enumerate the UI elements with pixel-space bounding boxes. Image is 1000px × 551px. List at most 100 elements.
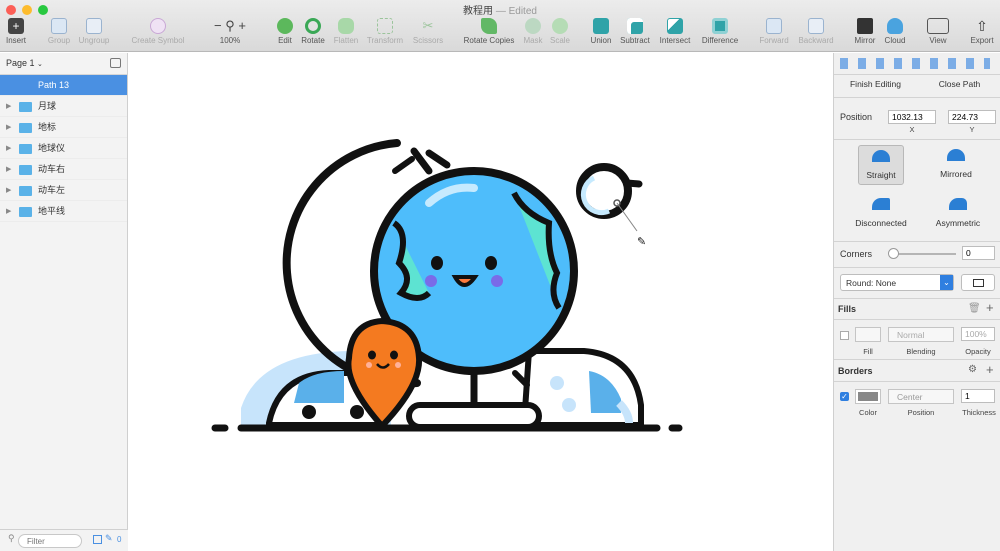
disclosure-triangle-icon[interactable]: ▶ xyxy=(6,96,11,117)
zoom-out-button[interactable]: − xyxy=(214,18,222,33)
subtract-icon xyxy=(627,18,643,34)
fill-blending-select[interactable]: Normal xyxy=(888,327,954,342)
divider xyxy=(834,97,1000,98)
fill-color-swatch[interactable] xyxy=(855,327,881,342)
view-icon xyxy=(927,18,949,34)
rotate-icon xyxy=(305,18,321,34)
disclosure-triangle-icon[interactable]: ▶ xyxy=(6,201,11,222)
view-button[interactable]: View xyxy=(922,18,954,50)
disclosure-triangle-icon[interactable]: ▶ xyxy=(6,117,11,138)
backward-icon xyxy=(808,18,824,34)
rotate-copies-button[interactable]: Rotate Copies xyxy=(461,18,517,50)
mask-button[interactable]: Mask xyxy=(521,18,545,50)
align-icons[interactable] xyxy=(840,58,990,69)
scale-button[interactable]: Scale xyxy=(547,18,573,50)
page-panel-toggle-icon[interactable] xyxy=(110,58,121,68)
finish-editing-button[interactable]: Finish Editing xyxy=(834,79,917,89)
zoom-control: − ⚲ + 100% xyxy=(205,18,255,50)
transform-button[interactable]: Transform xyxy=(363,18,407,50)
pencil-icon[interactable]: ✎ xyxy=(105,533,113,544)
layer-item-horizon[interactable]: ▶ 地平线 xyxy=(0,201,127,222)
forward-button[interactable]: Forward xyxy=(757,18,791,50)
insert-button[interactable]: + Insert xyxy=(2,18,30,50)
fill-checkbox[interactable] xyxy=(840,331,849,340)
gear-icon[interactable]: ⚙ xyxy=(968,364,977,375)
mirror-label: Mirror xyxy=(854,36,876,45)
subtract-button[interactable]: Subtract xyxy=(617,18,653,50)
close-path-button[interactable]: Close Path xyxy=(918,79,1000,89)
union-button[interactable]: Union xyxy=(587,18,615,50)
symbol-filter-icon[interactable] xyxy=(93,535,102,544)
scale-label: Scale xyxy=(549,36,570,45)
cloud-button[interactable]: Cloud xyxy=(881,18,909,50)
ungroup-icon xyxy=(86,18,102,34)
layer-item-moon[interactable]: ▶ 月球 xyxy=(0,96,127,117)
disconnected-label: Disconnected xyxy=(855,218,907,228)
border-checkbox[interactable]: ✓ xyxy=(840,392,849,401)
disclosure-triangle-icon[interactable]: ▶ xyxy=(6,138,11,159)
search-icon: ⚲ xyxy=(8,533,15,543)
point-type-asymmetric[interactable]: Asymmetric xyxy=(930,194,986,234)
path-options-icon xyxy=(973,279,984,287)
zoom-level: 100% xyxy=(219,36,241,45)
round-select[interactable]: Round: None ⌄ xyxy=(840,274,954,291)
divider xyxy=(834,139,1000,140)
page-selector[interactable]: Page 1 ⌄ xyxy=(0,53,127,75)
export-button[interactable]: ⇧ Export xyxy=(966,18,998,50)
backward-button[interactable]: Backward xyxy=(795,18,837,50)
folder-icon xyxy=(19,207,32,217)
chevron-down-icon: ⌄ xyxy=(37,61,43,68)
layer-item-globe[interactable]: ▶ 地球仪 xyxy=(0,138,127,159)
add-fill-button[interactable]: + xyxy=(986,300,994,315)
layers-sidebar: Page 1 ⌄ Path 13 ▶ 月球 ▶ 地标 ▶ 地球仪 ▶ 动车右 ▶… xyxy=(0,53,128,551)
straight-label: Straight xyxy=(866,170,896,180)
add-border-button[interactable]: + xyxy=(986,362,994,377)
disclosure-triangle-icon[interactable]: ▶ xyxy=(6,180,11,201)
corners-slider[interactable] xyxy=(888,248,956,259)
x-position-field[interactable] xyxy=(888,110,936,124)
mirror-button[interactable]: Mirror xyxy=(851,18,879,50)
page-name: Page 1 xyxy=(6,58,35,68)
forward-icon xyxy=(766,18,782,34)
cloud-label: Cloud xyxy=(884,36,906,45)
mirrored-point-icon xyxy=(947,149,965,161)
trash-icon[interactable]: 🗑 xyxy=(968,303,981,314)
border-color-swatch[interactable] xyxy=(855,389,881,404)
ungroup-button[interactable]: Ungroup xyxy=(77,18,111,50)
layer-item-train-left[interactable]: ▶ 动车左 xyxy=(0,180,127,201)
finish-editing-label: Finish Editing xyxy=(849,79,902,89)
group-button[interactable]: Group xyxy=(44,18,74,50)
path-options-button[interactable] xyxy=(961,274,995,291)
filter-input[interactable] xyxy=(18,534,82,548)
slider-knob[interactable] xyxy=(888,248,899,259)
intersect-button[interactable]: Intersect xyxy=(656,18,694,50)
border-position-select[interactable]: Center xyxy=(888,389,954,404)
y-position-field[interactable] xyxy=(948,110,996,124)
mirrored-label: Mirrored xyxy=(940,169,972,179)
layer-item-train-right[interactable]: ▶ 动车右 xyxy=(0,159,127,180)
scissors-button[interactable]: ✂ Scissors xyxy=(409,18,447,50)
layer-item-path-13[interactable]: Path 13 xyxy=(0,75,127,96)
point-type-straight[interactable]: Straight xyxy=(858,145,904,185)
divider xyxy=(834,381,1000,382)
flatten-button[interactable]: Flatten xyxy=(330,18,362,50)
artboard-canvas[interactable]: ✎ xyxy=(129,53,832,551)
position-label: Position xyxy=(840,112,873,122)
point-type-disconnected[interactable]: Disconnected xyxy=(848,194,914,234)
layer-label: 地球仪 xyxy=(38,143,66,153)
point-type-mirrored[interactable]: Mirrored xyxy=(932,145,980,185)
create-symbol-button[interactable]: Create Symbol xyxy=(128,18,188,50)
rotate-button[interactable]: Rotate xyxy=(298,18,328,50)
transform-label: Transform xyxy=(366,36,404,45)
difference-button[interactable]: Difference xyxy=(697,18,743,50)
border-thickness-field[interactable] xyxy=(961,389,995,403)
moon-path[interactable]: ✎ xyxy=(576,163,646,248)
layer-item-landmark[interactable]: ▶ 地标 xyxy=(0,117,127,138)
edit-button[interactable]: Edit xyxy=(274,18,296,50)
zoom-in-button[interactable]: + xyxy=(238,18,246,33)
fill-opacity-field[interactable] xyxy=(961,327,995,341)
disclosure-triangle-icon[interactable]: ▶ xyxy=(6,159,11,180)
corners-field[interactable] xyxy=(962,246,995,260)
illustration[interactable]: ✎ xyxy=(129,53,832,551)
close-path-label: Close Path xyxy=(938,79,981,89)
